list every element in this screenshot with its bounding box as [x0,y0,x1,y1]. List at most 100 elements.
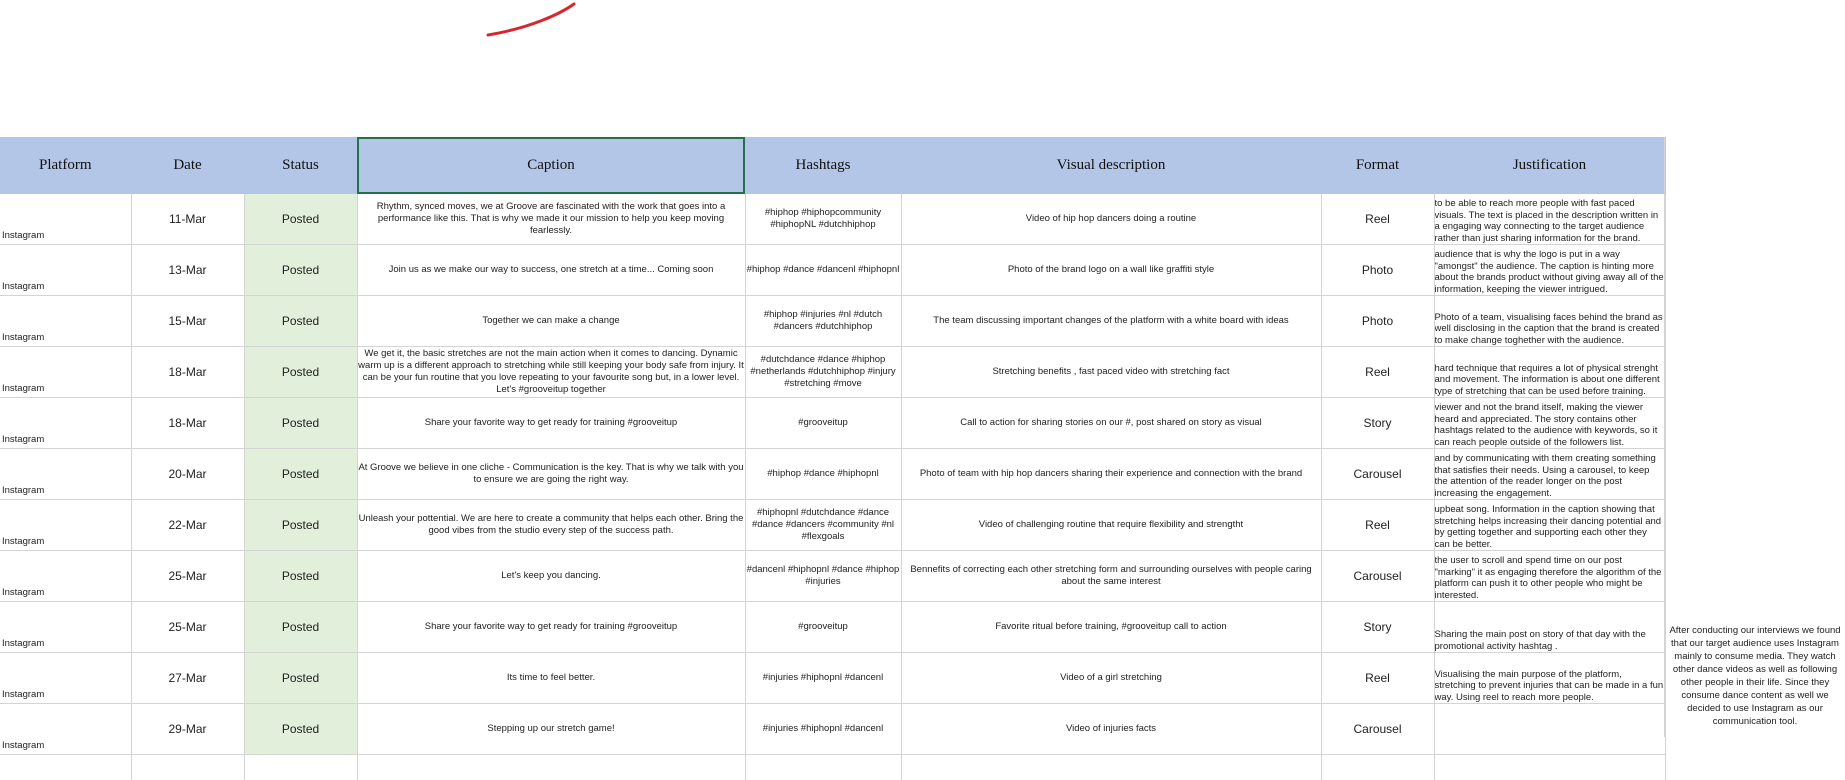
header-platform[interactable]: Platform [0,137,131,194]
cell-platform[interactable]: Instagram [0,398,131,449]
cell-date[interactable]: 18-Mar [131,347,244,398]
cell-hashtags[interactable]: #injuries #hiphopnl #dancenl [745,704,901,755]
cell-status[interactable]: Posted [244,296,357,347]
cell-visual-description[interactable]: Video of challenging routine that requir… [901,500,1321,551]
cell-status[interactable]: Posted [244,653,357,704]
cell-caption[interactable]: Let's keep you dancing. [357,551,745,602]
cell-status[interactable]: Posted [244,245,357,296]
cell-status[interactable]: Posted [244,194,357,245]
cell-caption[interactable]: Share your favorite way to get ready for… [357,398,745,449]
empty-cell[interactable] [745,755,901,780]
cell-platform[interactable]: Instagram [0,704,131,755]
cell-platform[interactable]: Instagram [0,602,131,653]
cell-justification[interactable]: to be able to reach more people with fas… [1434,194,1665,245]
cell-hashtags[interactable]: #grooveitup [745,398,901,449]
cell-status[interactable]: Posted [244,398,357,449]
cell-hashtags[interactable]: #grooveitup [745,602,901,653]
cell-format[interactable]: Photo [1321,296,1434,347]
cell-format[interactable]: Carousel [1321,551,1434,602]
cell-justification[interactable]: audience that is why the logo is put in … [1434,245,1665,296]
cell-visual-description[interactable]: Photo of team with hip hop dancers shari… [901,449,1321,500]
cell-date[interactable]: 15-Mar [131,296,244,347]
cell-justification[interactable]: and by communicating with them creating … [1434,449,1665,500]
cell-visual-description[interactable]: The team discussing important changes of… [901,296,1321,347]
cell-format[interactable]: Photo [1321,245,1434,296]
cell-justification[interactable]: hard technique that requires a lot of ph… [1434,347,1665,398]
cell-status[interactable]: Posted [244,704,357,755]
empty-cell[interactable] [131,755,244,780]
header-visual-description[interactable]: Visual description [901,137,1321,194]
cell-visual-description[interactable]: Video of injuries facts [901,704,1321,755]
header-status[interactable]: Status [244,137,357,194]
header-hashtags[interactable]: Hashtags [745,137,901,194]
cell-caption[interactable]: Together we can make a change [357,296,745,347]
header-date[interactable]: Date [131,137,244,194]
cell-justification[interactable]: upbeat song. Information in the caption … [1434,500,1665,551]
cell-caption[interactable]: At Groove we believe in one cliche - Com… [357,449,745,500]
cell-status[interactable]: Posted [244,347,357,398]
cell-hashtags[interactable]: #dutchdance #dance #hiphop #netherlands … [745,347,901,398]
empty-cell[interactable] [357,755,745,780]
cell-hashtags[interactable]: #hiphop #dance #hiphopnl [745,449,901,500]
cell-date[interactable]: 27-Mar [131,653,244,704]
cell-status[interactable]: Posted [244,602,357,653]
cell-hashtags[interactable]: #hiphop #injuries #nl #dutch #dancers #d… [745,296,901,347]
cell-date[interactable]: 29-Mar [131,704,244,755]
cell-date[interactable]: 25-Mar [131,602,244,653]
cell-platform[interactable]: Instagram [0,296,131,347]
empty-cell[interactable] [244,755,357,780]
cell-hashtags[interactable]: #injuries #hiphopnl #dancenl [745,653,901,704]
cell-status[interactable]: Posted [244,449,357,500]
cell-status[interactable]: Posted [244,551,357,602]
cell-visual-description[interactable]: Bennefits of correcting each other stret… [901,551,1321,602]
cell-status[interactable]: Posted [244,500,357,551]
cell-format[interactable]: Story [1321,602,1434,653]
cell-visual-description[interactable]: Video of hip hop dancers doing a routine [901,194,1321,245]
cell-date[interactable]: 13-Mar [131,245,244,296]
cell-date[interactable]: 18-Mar [131,398,244,449]
cell-justification[interactable]: Sharing the main post on story of that d… [1434,602,1665,653]
cell-justification[interactable]: Photo of a team, visualising faces behin… [1434,296,1665,347]
cell-visual-description[interactable]: Call to action for sharing stories on ou… [901,398,1321,449]
header-format[interactable]: Format [1321,137,1434,194]
cell-justification[interactable]: Visualising the main purpose of the plat… [1434,653,1665,704]
cell-format[interactable]: Reel [1321,194,1434,245]
cell-platform[interactable]: Instagram [0,551,131,602]
cell-format[interactable]: Reel [1321,500,1434,551]
cell-date[interactable]: 11-Mar [131,194,244,245]
cell-justification[interactable] [1434,704,1665,755]
cell-caption[interactable]: Its time to feel better. [357,653,745,704]
empty-cell[interactable] [901,755,1321,780]
cell-caption[interactable]: Rhythm, synced moves, we at Groove are f… [357,194,745,245]
cell-visual-description[interactable]: Stretching benefits , fast paced video w… [901,347,1321,398]
cell-caption[interactable]: Share your favorite way to get ready for… [357,602,745,653]
cell-caption[interactable]: We get it, the basic stretches are not t… [357,347,745,398]
cell-date[interactable]: 25-Mar [131,551,244,602]
cell-hashtags[interactable]: #dancenl #hiphopnl #dance #hiphop #injur… [745,551,901,602]
cell-visual-description[interactable]: Photo of the brand logo on a wall like g… [901,245,1321,296]
cell-justification[interactable]: viewer and not the brand itself, making … [1434,398,1665,449]
cell-hashtags[interactable]: #hiphopnl #dutchdance #dance #dance #dan… [745,500,901,551]
cell-caption[interactable]: Join us as we make our way to success, o… [357,245,745,296]
cell-format[interactable]: Carousel [1321,449,1434,500]
cell-platform[interactable]: Instagram [0,653,131,704]
cell-hashtags[interactable]: #hiphop #dance #dancenl #hiphopnl [745,245,901,296]
cell-format[interactable]: Reel [1321,347,1434,398]
cell-caption[interactable]: Stepping up our stretch game! [357,704,745,755]
cell-platform[interactable]: Instagram [0,194,131,245]
cell-platform[interactable]: Instagram [0,449,131,500]
cell-format[interactable]: Story [1321,398,1434,449]
cell-platform[interactable]: Instagram [0,500,131,551]
empty-cell[interactable] [1321,755,1434,780]
cell-platform[interactable]: Instagram [0,245,131,296]
cell-date[interactable]: 22-Mar [131,500,244,551]
cell-date[interactable]: 20-Mar [131,449,244,500]
cell-format[interactable]: Reel [1321,653,1434,704]
cell-format[interactable]: Carousel [1321,704,1434,755]
cell-visual-description[interactable]: Video of a girl stretching [901,653,1321,704]
cell-caption[interactable]: Unleash your pottential. We are here to … [357,500,745,551]
cell-hashtags[interactable]: #hiphop #hiphopcommunity #hiphopNL #dutc… [745,194,901,245]
empty-cell[interactable] [1434,755,1665,780]
header-caption-selected[interactable]: Caption [357,137,745,194]
cell-visual-description[interactable]: Favorite ritual before training, #groove… [901,602,1321,653]
